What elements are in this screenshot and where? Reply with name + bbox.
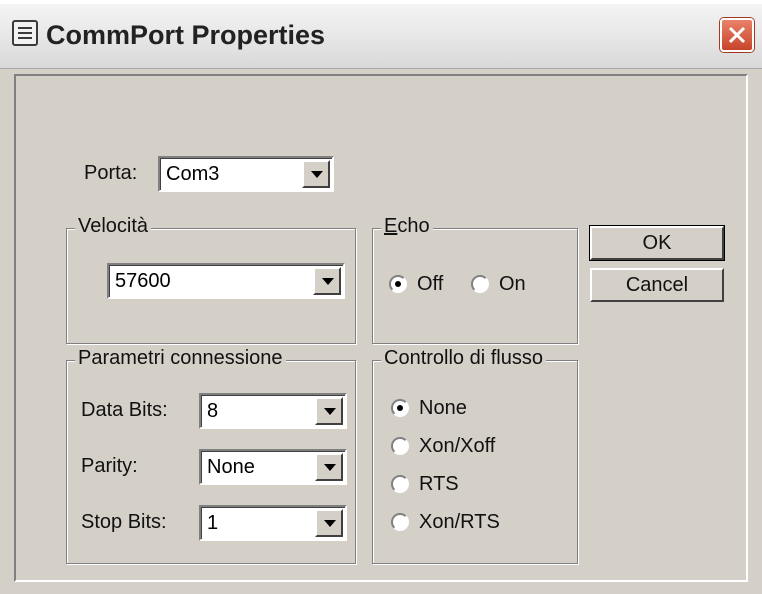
- radio-button[interactable]: [391, 399, 409, 417]
- title-bar[interactable]: CommPort Properties: [0, 4, 762, 69]
- echo-off-label: Off: [417, 273, 444, 295]
- flusso-rts-label: RTS: [419, 473, 459, 495]
- echo-on-label: On: [499, 273, 526, 295]
- stop-bits-dropdown-button[interactable]: [315, 509, 343, 537]
- serial-port-icon: [12, 20, 38, 46]
- parity-select[interactable]: None: [199, 449, 347, 485]
- flusso-xon-rts-label: Xon/RTS: [419, 511, 500, 533]
- flusso-radio-none[interactable]: None: [391, 397, 561, 423]
- stop-bits-select[interactable]: 1: [199, 505, 347, 541]
- radio-button[interactable]: [391, 513, 409, 531]
- flusso-xon-xoff-label: Xon/Xoff: [419, 435, 496, 457]
- dialog-client-area: Porta: Com3 Velocità 57600 Echo Off On O…: [14, 74, 748, 582]
- stop-bits-value: 1: [207, 512, 219, 534]
- chevron-down-icon: [322, 278, 334, 285]
- cancel-button[interactable]: Cancel: [590, 268, 724, 302]
- velocita-group: Velocità 57600: [66, 215, 356, 344]
- dialog-window: CommPort Properties Porta: Com3 Velocità…: [0, 4, 762, 594]
- echo-group-label: Echo: [381, 215, 433, 238]
- flusso-radio-rts[interactable]: RTS: [391, 473, 561, 499]
- window-title: CommPort Properties: [46, 20, 326, 50]
- velocita-value: 57600: [115, 270, 171, 292]
- flusso-none-label: None: [419, 397, 467, 419]
- echo-group: Echo Off On: [372, 215, 578, 344]
- porta-label: Porta:: [84, 162, 138, 184]
- echo-radio-off[interactable]: Off: [389, 273, 469, 299]
- chevron-down-icon: [324, 520, 336, 527]
- chevron-down-icon: [324, 464, 336, 471]
- velocita-select[interactable]: 57600: [107, 263, 345, 299]
- parity-dropdown-button[interactable]: [315, 453, 343, 481]
- velocita-group-label: Velocità: [75, 215, 152, 238]
- porta-select[interactable]: Com3: [158, 156, 334, 192]
- data-bits-label: Data Bits:: [81, 399, 168, 421]
- radio-button[interactable]: [391, 475, 409, 493]
- stop-bits-label: Stop Bits:: [81, 511, 167, 533]
- close-button[interactable]: [720, 18, 754, 52]
- parity-value: None: [207, 456, 255, 478]
- echo-radio-on[interactable]: On: [471, 273, 551, 299]
- controllo-flusso-group: Controllo di flusso None Xon/Xoff RTS Xo…: [372, 347, 578, 564]
- velocita-dropdown-button[interactable]: [313, 267, 341, 295]
- close-icon: [728, 26, 746, 44]
- data-bits-select[interactable]: 8: [199, 393, 347, 429]
- ok-button-label: OK: [642, 232, 672, 254]
- radio-button[interactable]: [391, 437, 409, 455]
- flusso-radio-xon-xoff[interactable]: Xon/Xoff: [391, 435, 561, 461]
- chevron-down-icon: [311, 171, 323, 178]
- ok-button[interactable]: OK: [590, 226, 724, 260]
- data-bits-value: 8: [207, 400, 219, 422]
- cancel-button-label: Cancel: [625, 274, 689, 296]
- radio-button[interactable]: [471, 275, 489, 293]
- parametri-group-label: Parametri connessione: [75, 347, 286, 370]
- chevron-down-icon: [324, 408, 336, 415]
- porta-value: Com3: [166, 163, 220, 185]
- parametri-connessione-group: Parametri connessione Data Bits: 8 Parit…: [66, 347, 356, 564]
- radio-button[interactable]: [389, 275, 407, 293]
- flusso-group-label: Controllo di flusso: [381, 347, 546, 370]
- porta-dropdown-button[interactable]: [302, 160, 330, 188]
- flusso-radio-xon-rts[interactable]: Xon/RTS: [391, 511, 561, 537]
- parity-label: Parity:: [81, 455, 138, 477]
- data-bits-dropdown-button[interactable]: [315, 397, 343, 425]
